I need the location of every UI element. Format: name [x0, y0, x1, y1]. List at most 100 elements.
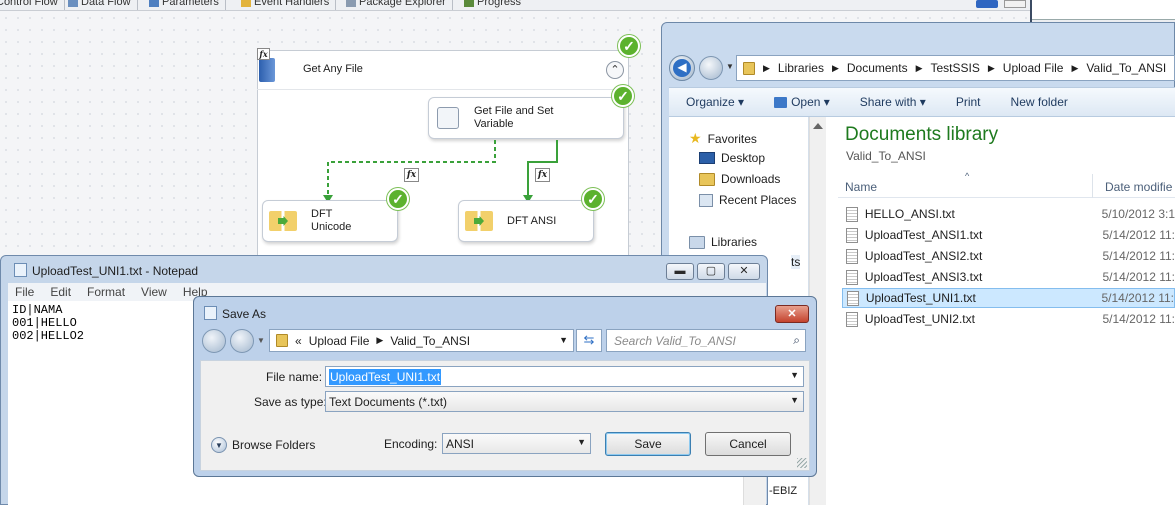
- save-button[interactable]: Save: [605, 432, 691, 456]
- new-folder-button[interactable]: New folder: [996, 95, 1083, 109]
- breadcrumb-upload-file[interactable]: Upload File: [1003, 61, 1064, 75]
- sort-ascending-icon: ^: [965, 171, 970, 181]
- nav-downloads[interactable]: Downloads: [699, 172, 780, 186]
- recent-pages-dropdown-icon[interactable]: ▼: [257, 336, 265, 345]
- share-with-button[interactable]: Share with ▾: [845, 95, 941, 109]
- cancel-button[interactable]: Cancel: [705, 432, 791, 456]
- notepad-icon: [14, 263, 27, 277]
- browse-folders-toggle[interactable]: ▼ Browse Folders: [211, 437, 315, 453]
- breadcrumb-testssis[interactable]: TestSSIS: [931, 61, 980, 75]
- task-get-file-and-set-variable[interactable]: Get File and Set Variable: [428, 97, 624, 139]
- chevron-down-icon[interactable]: ▼: [577, 437, 586, 447]
- file-name-field[interactable]: UploadTest_UNI1.txt ▼: [325, 366, 804, 387]
- recent-pages-dropdown-icon[interactable]: ▼: [726, 62, 734, 71]
- back-arrow-icon[interactable]: [202, 329, 226, 353]
- save-as-type-label: Save as type:: [254, 395, 327, 409]
- text-file-icon: [846, 311, 858, 327]
- chevron-down-icon[interactable]: ▼: [790, 395, 799, 405]
- nav-truncated-item[interactable]: ts: [791, 255, 801, 269]
- nav-desktop[interactable]: Desktop: [699, 151, 765, 165]
- text-file-icon: [846, 206, 858, 222]
- file-row-5[interactable]: UploadTest_UNI2.txt 5/14/2012 11:: [846, 309, 1175, 329]
- menu-format[interactable]: Format: [80, 285, 134, 299]
- breadcrumb-separator-icon: ▶: [831, 62, 839, 73]
- nav-truncated-item-ebiz[interactable]: -EBIZ: [769, 485, 797, 497]
- script-task-icon: [437, 107, 459, 129]
- menu-file[interactable]: File: [8, 285, 43, 299]
- menu-view[interactable]: View: [134, 285, 176, 299]
- tab-parameters[interactable]: Parameters: [145, 0, 226, 10]
- text-file-icon: [846, 227, 858, 243]
- explorer-address-bar[interactable]: ▶ Libraries ▶ Documents ▶ TestSSIS ▶ Upl…: [736, 55, 1175, 81]
- encoding-select[interactable]: ANSI ▼: [442, 433, 591, 454]
- back-arrow-icon[interactable]: ◀: [669, 55, 695, 81]
- save-as-address-bar[interactable]: « Upload File ▶ Valid_To_ANSI ▼: [269, 329, 574, 352]
- column-date-modified[interactable]: Date modifie: [1105, 180, 1172, 194]
- save-as-type-select[interactable]: Text Documents (*.txt) ▼: [325, 391, 804, 412]
- column-name[interactable]: Name: [845, 180, 877, 194]
- explorer-command-bar: Organize ▾ Open ▾ Share with ▾ Print New…: [669, 87, 1175, 117]
- breadcrumb-valid-to-ansi[interactable]: Valid_To_ANSI: [390, 334, 470, 348]
- forward-arrow-icon[interactable]: [230, 329, 254, 353]
- folder-icon: [743, 61, 755, 75]
- expand-down-icon: ▼: [211, 437, 227, 453]
- tab-package-explorer[interactable]: Package Explorer: [342, 0, 453, 10]
- task-label: Get File and Set Variable: [474, 105, 554, 130]
- close-button[interactable]: ✕: [775, 305, 809, 323]
- lightning-icon: [241, 0, 251, 7]
- container-title: Get Any File: [303, 63, 363, 75]
- library-subtitle: Valid_To_ANSI: [846, 149, 926, 163]
- menu-edit[interactable]: Edit: [43, 285, 80, 299]
- pin-icon[interactable]: [1004, 0, 1026, 8]
- resize-grip-icon[interactable]: [797, 458, 807, 468]
- tab-control-flow[interactable]: Control Flow: [0, 0, 65, 10]
- open-button[interactable]: Open ▾: [759, 95, 845, 109]
- desktop-icon: [699, 152, 715, 164]
- breadcrumb-valid-to-ansi[interactable]: Valid_To_ANSI: [1086, 61, 1166, 75]
- refresh-icon[interactable]: ⇆: [576, 329, 602, 352]
- file-name-label: File name:: [266, 370, 323, 384]
- organize-button[interactable]: Organize ▾: [669, 95, 759, 109]
- tab-event-handlers[interactable]: Event Handlers: [237, 0, 337, 10]
- search-input[interactable]: Search Valid_To_ANSI ⌕: [606, 329, 806, 352]
- tab-data-flow[interactable]: Data Flow: [64, 0, 138, 10]
- scroll-up-arrow-icon[interactable]: [813, 123, 823, 129]
- breadcrumb-overflow[interactable]: «: [295, 334, 302, 348]
- task-dft-unicode[interactable]: DFT Unicode: [262, 200, 398, 242]
- file-row-1[interactable]: UploadTest_ANSI1.txt 5/14/2012 11:: [846, 225, 1175, 245]
- chevron-down-icon[interactable]: ▼: [559, 335, 568, 345]
- success-check-icon: ✓: [582, 188, 604, 210]
- expression-fx-icon: fx: [257, 48, 270, 60]
- notepad-icon: [204, 306, 217, 320]
- maximize-button[interactable]: ▢: [697, 263, 725, 280]
- recent-places-icon: [699, 193, 713, 207]
- file-row-0[interactable]: HELLO_ANSI.txt 5/10/2012 3:1: [846, 204, 1175, 224]
- data-flow-task-icon: [465, 211, 493, 231]
- nav-recent-places[interactable]: Recent Places: [699, 193, 796, 207]
- chevron-down-icon[interactable]: ▼: [790, 370, 799, 380]
- file-row-4-selected[interactable]: UploadTest_UNI1.txt 5/14/2012 11:: [842, 288, 1175, 308]
- nav-favorites[interactable]: ★ Favorites: [689, 130, 757, 147]
- file-row-3[interactable]: UploadTest_ANSI3.txt 5/14/2012 11:: [846, 267, 1175, 287]
- folder-icon: [276, 334, 288, 347]
- parameters-icon: [149, 0, 159, 7]
- chevron-down-icon[interactable]: [976, 0, 998, 8]
- forward-arrow-icon[interactable]: [699, 56, 723, 80]
- data-flow-icon: [68, 0, 78, 7]
- close-button[interactable]: ✕: [728, 263, 760, 280]
- tab-progress[interactable]: Progress: [460, 0, 527, 10]
- collapse-icon[interactable]: ⌃: [606, 61, 624, 79]
- breadcrumb-libraries[interactable]: Libraries: [778, 61, 824, 75]
- print-button[interactable]: Print: [941, 95, 996, 109]
- task-dft-ansi[interactable]: DFT ANSI: [458, 200, 594, 242]
- breadcrumb-documents[interactable]: Documents: [847, 61, 908, 75]
- nav-libraries[interactable]: Libraries: [689, 235, 757, 249]
- success-check-icon: ✓: [618, 35, 640, 57]
- expression-fx-icon[interactable]: fx: [404, 168, 419, 182]
- downloads-folder-icon: [699, 172, 715, 186]
- search-icon[interactable]: ⌕: [793, 333, 800, 348]
- expression-fx-icon[interactable]: fx: [535, 168, 550, 182]
- breadcrumb-upload-file[interactable]: Upload File: [309, 334, 370, 348]
- file-row-2[interactable]: UploadTest_ANSI2.txt 5/14/2012 11:: [846, 246, 1175, 266]
- minimize-button[interactable]: ▬: [666, 263, 694, 280]
